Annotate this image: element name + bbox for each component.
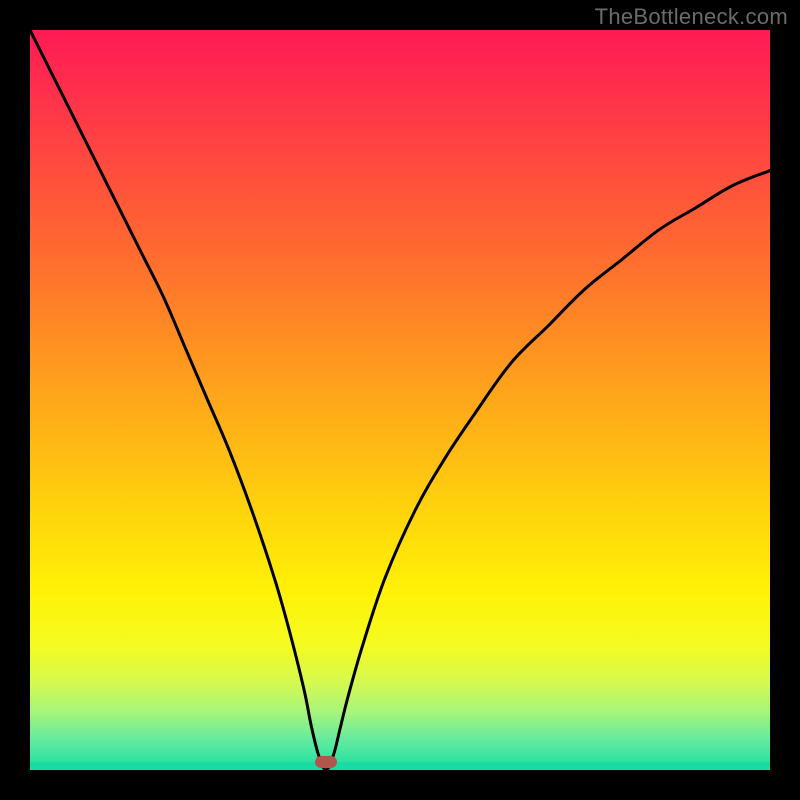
optimal-point-marker — [315, 756, 337, 768]
watermark-text: TheBottleneck.com — [595, 4, 788, 30]
chart-frame: TheBottleneck.com — [0, 0, 800, 800]
bottleneck-curve — [30, 30, 770, 770]
plot-area — [30, 30, 770, 770]
